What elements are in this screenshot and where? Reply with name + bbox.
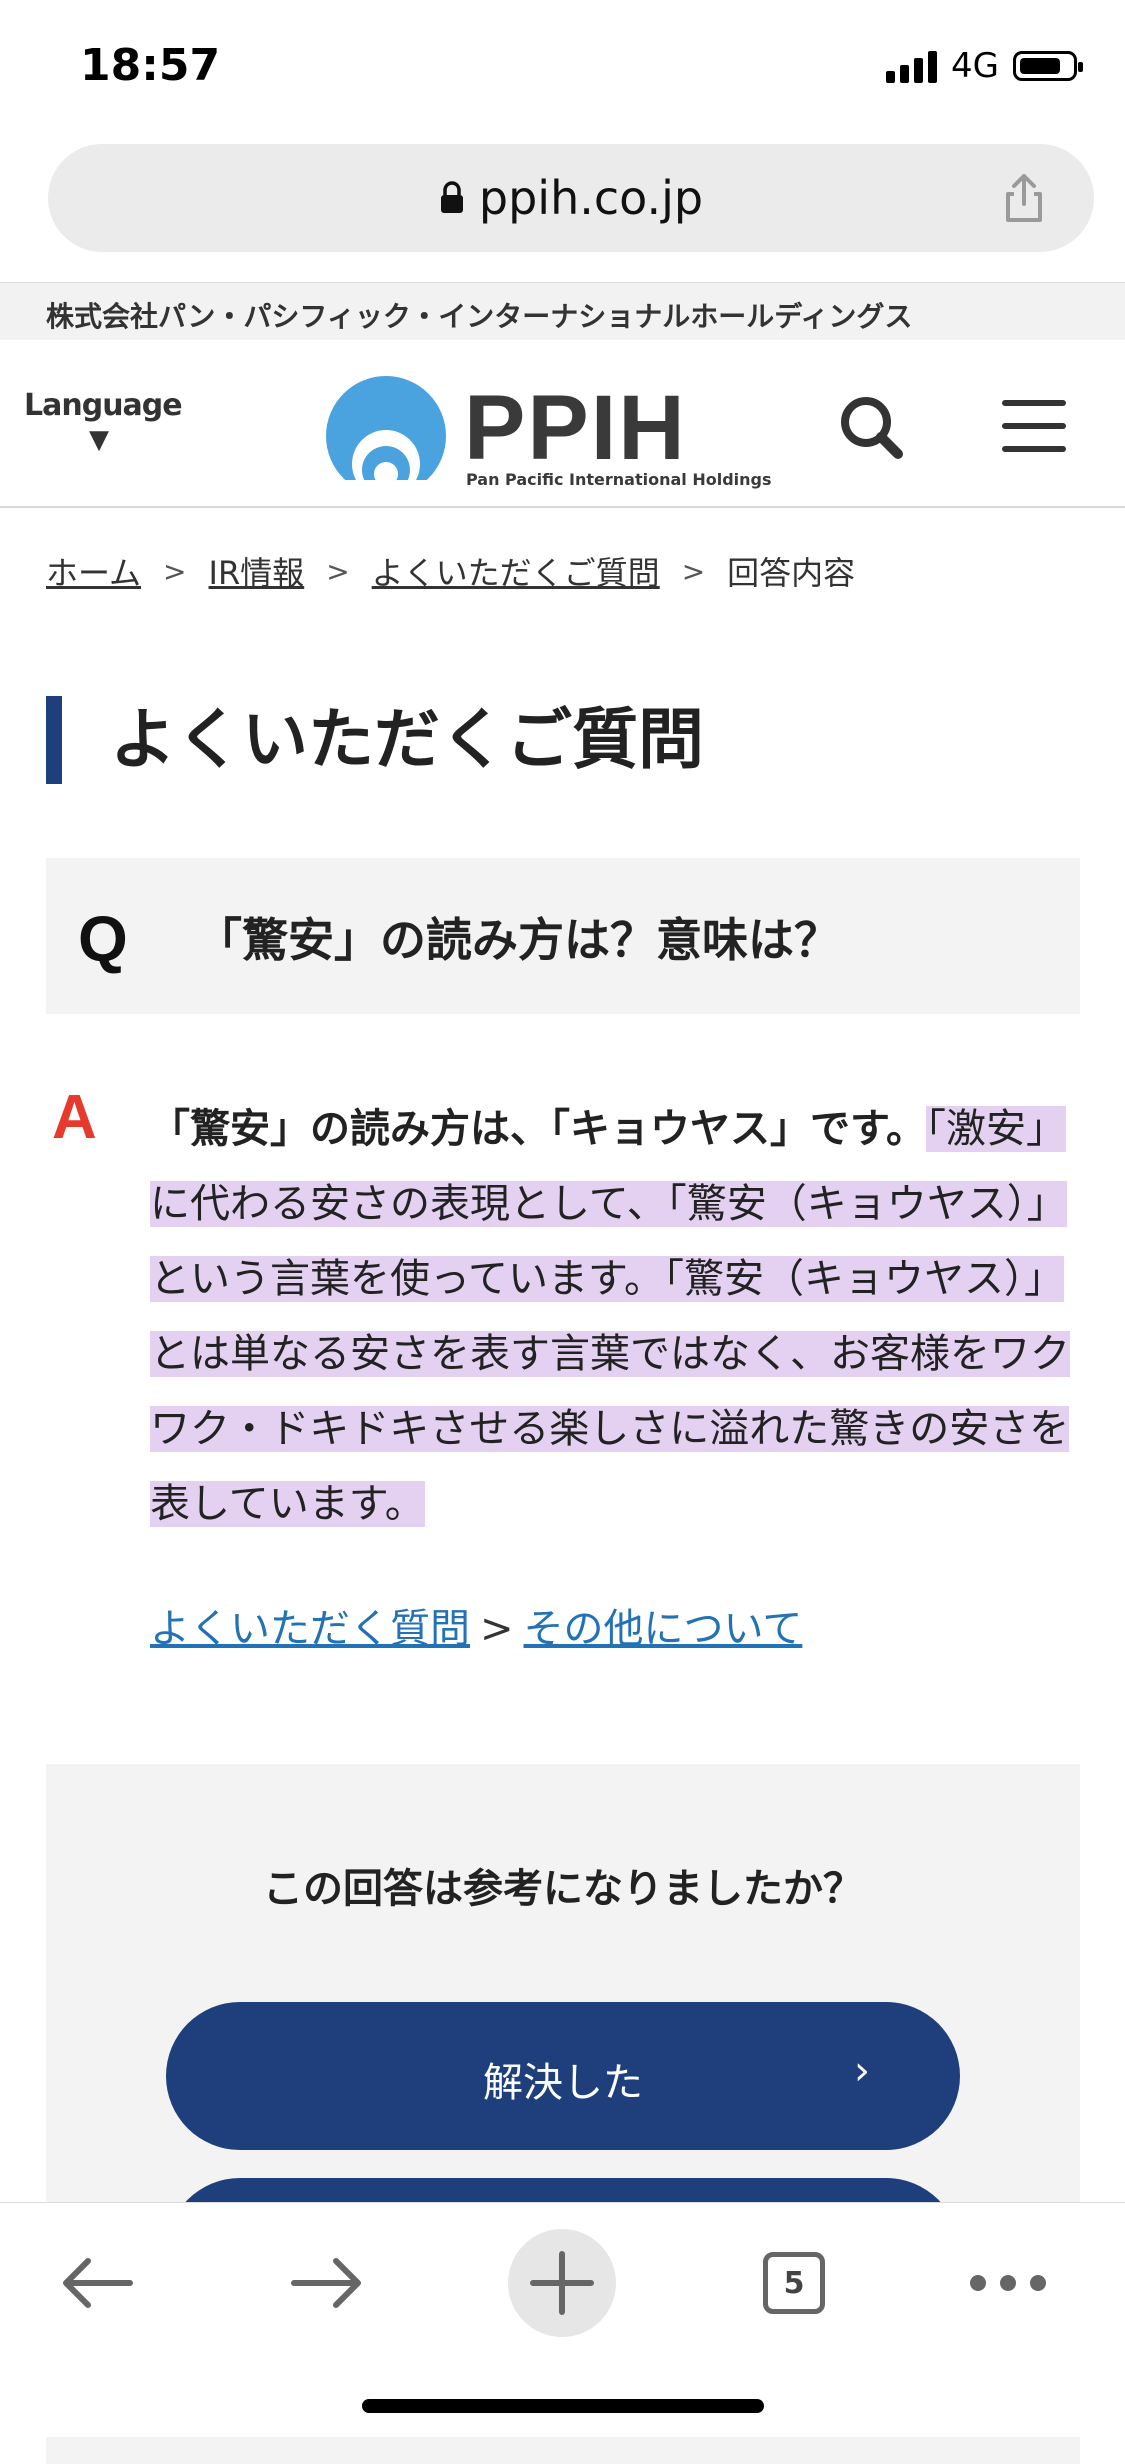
answer-text: 「驚安」の読み方は、「キョウヤス」です。「激安」に代わる安さの表現として、「驚安… xyxy=(150,1092,1080,1542)
logo-text: PPIH xyxy=(464,377,687,479)
breadcrumb-current: 回答内容 xyxy=(727,554,856,592)
breadcrumb-separator: > xyxy=(326,554,350,588)
back-button[interactable] xyxy=(36,2223,156,2343)
back-arrow-icon xyxy=(63,2258,133,2308)
site-logo[interactable]: PPIH Pan Pacific International Holdings xyxy=(324,370,772,490)
title-accent-bar xyxy=(46,696,62,784)
home-indicator xyxy=(362,2399,764,2413)
question-mark: Q xyxy=(78,903,128,975)
new-tab-button[interactable] xyxy=(502,2223,622,2343)
language-selector[interactable]: Language ▼ xyxy=(24,388,183,455)
logo-mark-icon xyxy=(326,376,446,480)
resolved-label: 解決した xyxy=(483,2060,643,2106)
answer-lead: 「驚安」の読み方は、「キョウヤス」です。 xyxy=(150,1106,926,1152)
page-title: よくいただくご質問 xyxy=(110,701,704,778)
plus-icon xyxy=(530,2251,594,2315)
answer-mark: A xyxy=(52,1083,97,1152)
lock-icon xyxy=(440,181,463,213)
search-icon[interactable] xyxy=(836,392,906,462)
site-header: Language ▼ PPIH Pan Pacific Internationa… xyxy=(0,340,1125,508)
tab-count: 5 xyxy=(763,2252,825,2314)
breadcrumb-faq[interactable]: よくいただくご質問 xyxy=(372,548,660,594)
tabs-button[interactable]: 5 xyxy=(734,2223,854,2343)
feedback-question: この回答は参考になりましたか？ xyxy=(263,1866,863,1912)
breadcrumb-home[interactable]: ホーム xyxy=(46,548,141,594)
share-icon[interactable] xyxy=(996,170,1052,226)
breadcrumb-ir[interactable]: IR情報 xyxy=(209,548,305,594)
battery-icon xyxy=(1013,51,1083,81)
resolved-button[interactable]: 解決した › xyxy=(166,2002,960,2150)
forward-button[interactable] xyxy=(268,2223,388,2343)
logo-subtitle: Pan Pacific International Holdings xyxy=(466,470,772,489)
network-label: 4G xyxy=(951,46,999,86)
status-time: 18:57 xyxy=(80,40,221,91)
breadcrumb-separator: > xyxy=(681,554,706,588)
browser-toolbar: 5 xyxy=(0,2202,1125,2437)
signal-icon xyxy=(886,49,938,83)
url-text: ppih.co.jp xyxy=(478,171,704,225)
related-links: よくいただく質問 > その他について xyxy=(150,1596,802,1654)
forward-arrow-icon xyxy=(291,2258,361,2308)
company-name: 株式会社パン・パシフィック・インターナショナルホールディングス xyxy=(46,300,913,333)
answer-highlight: 「激安」に代わる安さの表現として、「驚安（キョウヤス）」という言葉を使っています… xyxy=(150,1106,1070,1527)
faq-link[interactable]: よくいただく質問 xyxy=(150,1606,470,1652)
address-bar[interactable]: ppih.co.jp xyxy=(48,144,1094,252)
breadcrumb: ホーム > IR情報 > よくいただくご質問 > 回答内容 xyxy=(46,548,855,594)
question-box: Q 「驚安」の読み方は？意味は？ xyxy=(46,858,1080,1014)
status-indicators: 4G xyxy=(886,46,1083,86)
dropdown-arrow-icon: ▼ xyxy=(89,425,109,455)
company-band: 株式会社パン・パシフィック・インターナショナルホールディングス xyxy=(0,282,1125,341)
language-label: Language xyxy=(24,388,183,423)
link-separator: > xyxy=(480,1606,514,1652)
more-icon xyxy=(970,2275,1046,2291)
other-topics-link[interactable]: その他について xyxy=(524,1606,803,1652)
chevron-right-icon: › xyxy=(854,2048,870,2094)
breadcrumb-separator: > xyxy=(163,554,187,588)
question-text: 「驚安」の読み方は？意味は？ xyxy=(196,913,840,967)
menu-icon[interactable] xyxy=(1002,400,1066,452)
more-button[interactable] xyxy=(948,2223,1068,2343)
